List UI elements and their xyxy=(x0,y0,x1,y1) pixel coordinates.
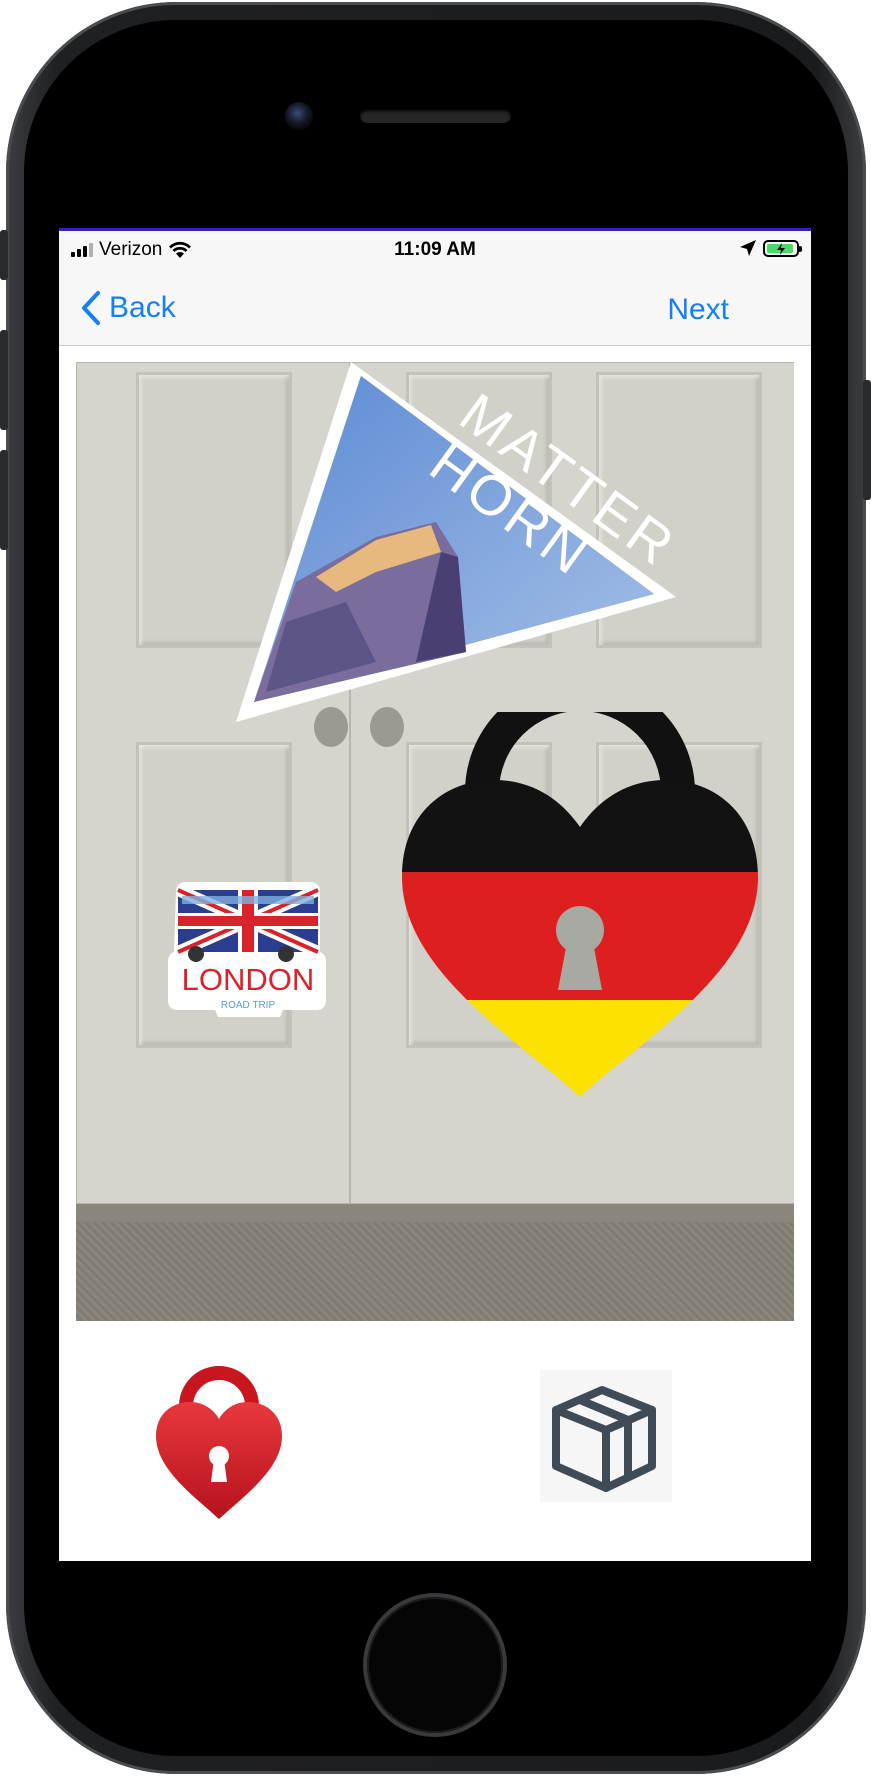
power-button xyxy=(863,380,871,500)
london-road-trip-sticker[interactable]: LONDON ROAD TRIP xyxy=(168,882,328,1017)
front-camera xyxy=(285,102,313,130)
mute-switch xyxy=(0,230,8,280)
charging-bolt-icon xyxy=(777,242,785,255)
german-heart-lock-sticker[interactable] xyxy=(402,712,758,1122)
back-button[interactable]: Back xyxy=(81,291,176,325)
status-right-group xyxy=(739,239,802,257)
back-button-label: Back xyxy=(109,291,176,324)
tool-bar xyxy=(59,1338,811,1561)
volume-up-button xyxy=(0,330,8,430)
ar-photo-canvas[interactable]: MATTER HORN LONDON ROAD TRIP xyxy=(76,362,794,1321)
app-screen: Verizon 11:09 AM Back Next MATTER HORN L… xyxy=(59,228,811,1561)
matterhorn-sticker[interactable]: MATTER HORN xyxy=(226,362,686,742)
location-arrow-icon xyxy=(740,240,756,256)
navigation-bar: Back Next xyxy=(59,271,811,346)
volume-down-button xyxy=(0,450,8,550)
status-bar: Verizon 11:09 AM xyxy=(59,228,811,271)
heart-lock-button[interactable] xyxy=(154,1364,284,1524)
chevron-left-icon xyxy=(82,291,100,325)
next-button[interactable]: Next xyxy=(667,293,729,327)
london-title: LONDON xyxy=(182,962,315,997)
earpiece-speaker xyxy=(360,109,511,123)
3d-box-button[interactable] xyxy=(540,1370,672,1502)
cube-icon xyxy=(552,1386,656,1492)
carpet xyxy=(76,1222,794,1321)
status-time: 11:09 AM xyxy=(394,239,476,260)
home-button[interactable] xyxy=(367,1597,503,1733)
heart-lock-icon xyxy=(156,1366,282,1519)
battery-icon xyxy=(763,239,802,257)
london-subtitle: ROAD TRIP xyxy=(221,1000,276,1011)
